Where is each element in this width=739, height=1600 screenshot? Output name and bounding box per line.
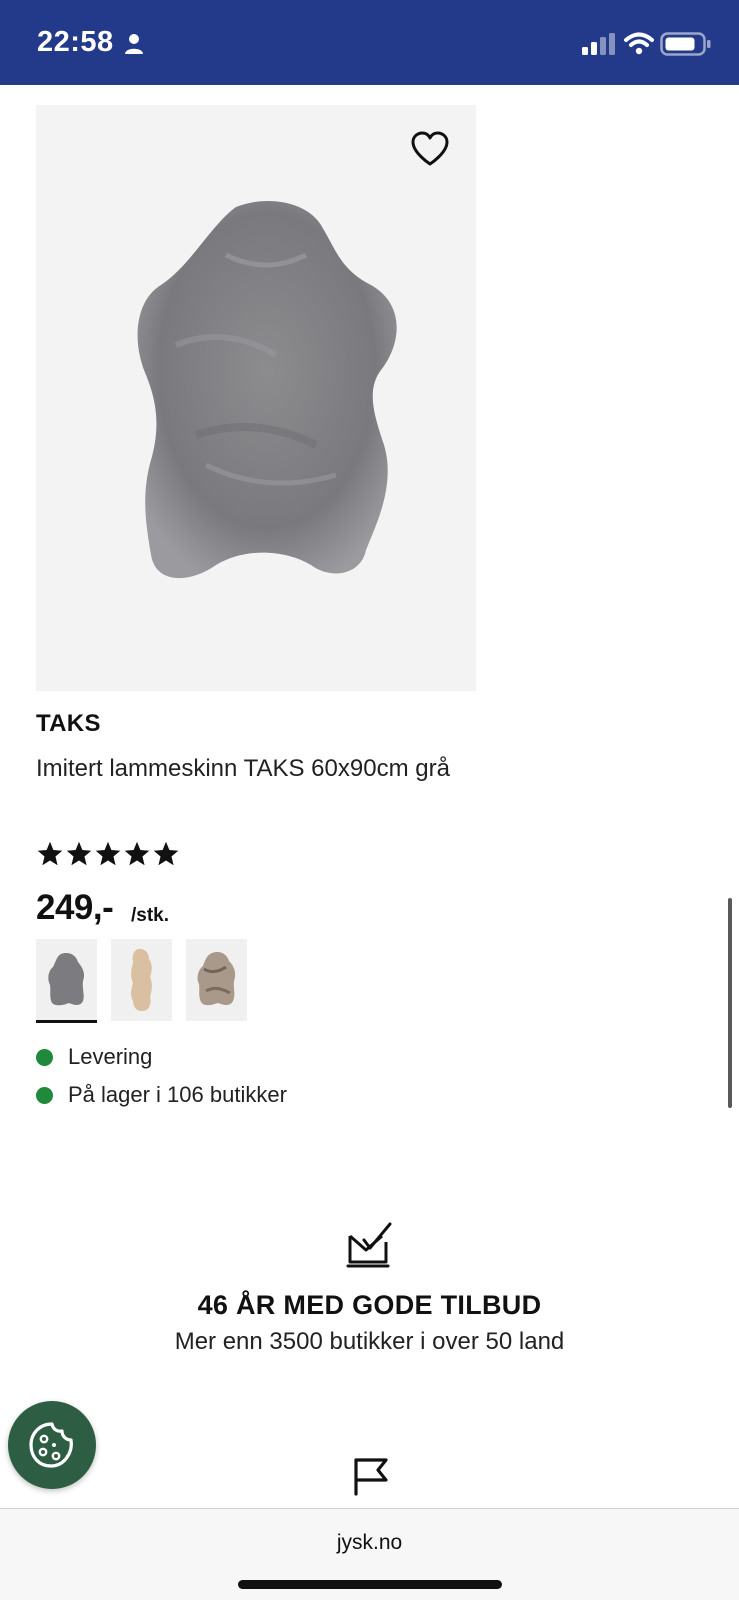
brown-rug-thumbnail (197, 951, 236, 1006)
promo-subtitle: Mer enn 3500 butikker i over 50 land (174, 1328, 565, 1355)
home-indicator (238, 1580, 502, 1589)
product-card[interactable] (36, 105, 476, 691)
store-stock-status: På lager i 106 butikker (36, 1082, 287, 1108)
variant-swatch-grey[interactable] (36, 939, 97, 1023)
cellular-signal-icon (582, 33, 615, 55)
grey-rug-thumbnail (48, 952, 85, 1006)
status-dot-icon (36, 1086, 53, 1104)
delivery-label: Levering (68, 1044, 153, 1069)
store-stock-label: På lager i 106 butikker (68, 1082, 287, 1107)
url-bar[interactable]: jysk.no (0, 1531, 739, 1555)
product-image[interactable] (36, 105, 476, 691)
status-time: 22:58 (37, 26, 114, 58)
star-icon (153, 841, 179, 866)
heart-icon[interactable] (410, 131, 450, 167)
status-dot-icon (36, 1048, 53, 1066)
star-icon (66, 841, 92, 866)
wifi-icon (624, 32, 654, 55)
product-title[interactable]: Imitert lammeskinn TAKS 60x90cm grå (36, 750, 476, 788)
promo-title: 46 ÅR MED GODE TILBUD (197, 1290, 542, 1320)
status-bar: 22:58 (0, 0, 739, 85)
star-icon (124, 841, 150, 866)
cookie-icon (29, 1422, 73, 1468)
variant-swatch-beige[interactable] (111, 939, 172, 1021)
sheepskin-rug-image (137, 201, 397, 579)
variant-swatch-brown[interactable] (186, 939, 247, 1021)
cookie-settings-button[interactable] (8, 1401, 96, 1489)
product-price: 249,- (36, 888, 114, 927)
rating-stars (36, 840, 180, 868)
price-unit: /stk. (131, 905, 170, 926)
flag-icon (354, 1458, 388, 1496)
color-variants (36, 939, 247, 1023)
delivery-status: Levering (36, 1044, 152, 1070)
person-icon (125, 34, 143, 54)
checkbox-envelope-icon (346, 1222, 392, 1268)
scrollbar[interactable] (728, 898, 732, 1108)
star-icon (95, 841, 121, 866)
product-brand: TAKS (36, 710, 101, 737)
battery-icon (660, 32, 711, 56)
star-icon (37, 841, 63, 866)
browser-bottom-bar: jysk.no (0, 1508, 739, 1600)
beige-rug-thumbnail (131, 948, 152, 1012)
